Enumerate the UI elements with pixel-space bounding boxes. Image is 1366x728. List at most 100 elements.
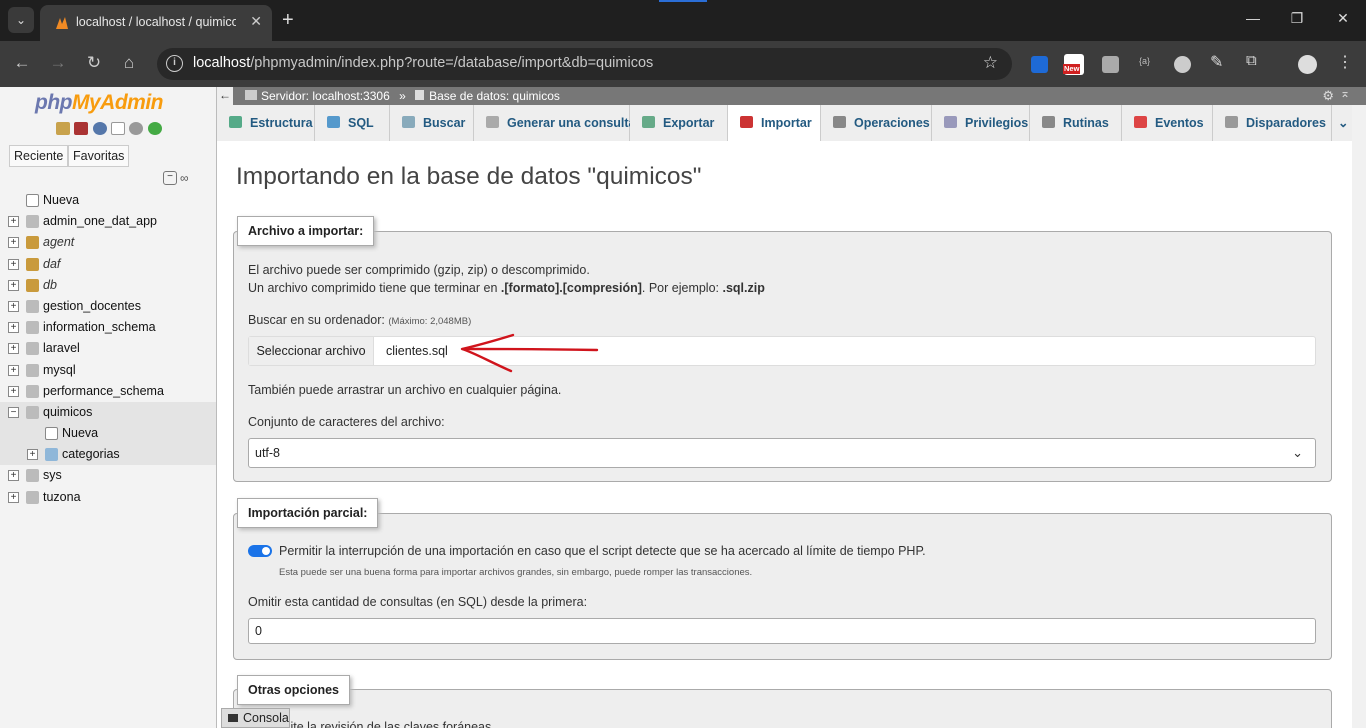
minimize-icon[interactable]: — — [1243, 10, 1263, 26]
tree-item[interactable]: + daf — [0, 254, 216, 275]
expand-node-icon[interactable]: + — [8, 237, 19, 249]
tab-disparadores[interactable]: Disparadores — [1213, 105, 1332, 141]
tab-search-button[interactable]: ⌄ — [8, 7, 34, 33]
tree-item[interactable]: Nueva — [0, 423, 216, 445]
browser-tab[interactable]: localhost / localhost / quimicos ✕ — [40, 5, 272, 41]
extension-icon[interactable] — [1031, 56, 1048, 73]
tab-exportar[interactable]: Exportar — [630, 105, 728, 141]
page-scrollbar[interactable] — [1352, 105, 1366, 728]
expand-node-icon[interactable]: + — [8, 322, 19, 334]
tree-item[interactable]: Nueva — [0, 190, 216, 211]
close-tab-icon[interactable]: ✕ — [250, 13, 262, 30]
main-content: Importando en la base de datos "quimicos… — [218, 141, 1352, 728]
menu-icon[interactable]: ⋮ — [1337, 52, 1354, 71]
tree-item[interactable]: + categorias — [0, 444, 216, 466]
tree-item[interactable]: + laravel — [0, 338, 216, 359]
expand-node-icon[interactable]: + — [8, 470, 19, 482]
tree-item[interactable]: + db — [0, 275, 216, 296]
tree-item[interactable]: + performance_schema — [0, 381, 216, 402]
new-tab-icon[interactable]: + — [282, 9, 294, 32]
help-icon[interactable] — [92, 122, 107, 135]
collapse-sidebar-icon[interactable]: ← — [217, 87, 233, 105]
expand-node-icon[interactable]: + — [8, 491, 19, 503]
bookmark-star-icon[interactable]: ☆ — [983, 53, 998, 73]
expand-node-icon[interactable]: + — [8, 364, 19, 376]
settings-icon[interactable] — [129, 122, 144, 135]
recent-button[interactable]: Reciente — [9, 145, 69, 167]
maximize-icon[interactable]: ❐ — [1287, 10, 1307, 27]
file-input[interactable]: Seleccionar archivo clientes.sql — [248, 336, 1316, 366]
profile-avatar[interactable] — [1298, 55, 1317, 74]
tree-item[interactable]: + admin_one_dat_app — [0, 211, 216, 232]
back-icon[interactable]: ← — [11, 53, 33, 73]
tab-sql[interactable]: SQL — [315, 105, 390, 141]
charset-select[interactable]: utf-8 ⌄ — [248, 438, 1316, 468]
home-icon[interactable] — [56, 122, 70, 135]
tab-privilegios[interactable]: Privilegios — [932, 105, 1030, 141]
sidebar-quick-icons — [56, 122, 163, 138]
database-tree: Nueva + admin_one_dat_app + agent + daf + db + ges… — [0, 190, 216, 508]
reload-icon[interactable]: ↻ — [83, 53, 105, 73]
phpmyadmin-logo[interactable]: phpMyAdmin — [35, 91, 163, 115]
choose-file-button[interactable]: Seleccionar archivo — [249, 337, 374, 365]
logout-icon[interactable] — [74, 122, 89, 135]
tree-item[interactable]: + sys — [0, 465, 216, 486]
tree-item-label: mysql — [43, 362, 76, 377]
tab-estructura[interactable]: Estructura — [217, 105, 315, 141]
tree-item[interactable]: − quimicos — [0, 401, 216, 424]
more-tabs-chevron-icon[interactable]: ⌄ — [1332, 105, 1352, 141]
skip-queries-input[interactable]: 0 — [248, 618, 1316, 644]
tab-importar[interactable]: Importar — [728, 105, 821, 141]
docs-icon[interactable] — [111, 122, 126, 135]
tree-item[interactable]: + gestion_docentes — [0, 296, 216, 317]
extensions-puzzle-icon[interactable]: ⧉ — [1246, 52, 1263, 69]
favorites-button[interactable]: Favoritas — [68, 145, 130, 167]
expand-node-icon[interactable]: + — [8, 216, 19, 228]
tab-label: Generar una consulta — [507, 116, 636, 130]
collapse-all-icon[interactable]: − — [163, 171, 177, 185]
tab-rutinas[interactable]: Rutinas — [1030, 105, 1122, 141]
expand-node-icon[interactable]: + — [8, 258, 19, 270]
tab-label: SQL — [348, 116, 374, 130]
expand-node-icon[interactable]: + — [8, 300, 19, 312]
extension-icon[interactable]: {a} — [1139, 56, 1156, 73]
estructura-icon — [229, 116, 242, 128]
expand-node-icon[interactable]: + — [27, 449, 38, 461]
tab-generar-consulta[interactable]: Generar una consulta — [474, 105, 636, 141]
close-window-icon[interactable]: ✕ — [1333, 10, 1353, 27]
tree-item[interactable]: + tuzona — [0, 487, 216, 508]
url-text: localhost/phpmyadmin/index.php?route=/da… — [193, 55, 654, 71]
extension-icon[interactable] — [1174, 56, 1191, 73]
allow-interrupt-toggle[interactable] — [248, 545, 272, 557]
settings-gear-icon[interactable]: ⚙ — [1322, 88, 1334, 104]
breadcrumb-database[interactable]: Base de datos: quimicos — [429, 89, 560, 103]
extension-new-icon[interactable]: New — [1063, 54, 1084, 75]
link-with-main-icon[interactable]: ∞ — [180, 171, 189, 185]
site-info-icon[interactable]: i — [166, 55, 183, 72]
tree-item-label: Nueva — [43, 193, 80, 207]
eyedropper-icon[interactable]: ✎ — [1210, 52, 1227, 71]
expand-node-icon[interactable]: + — [8, 385, 19, 397]
expand-node-icon[interactable]: + — [8, 343, 19, 355]
skip-queries-label: Omitir esta cantidad de consultas (en SQ… — [248, 595, 588, 609]
forward-icon[interactable]: → — [47, 53, 69, 73]
collapse-node-icon[interactable]: − — [8, 406, 19, 418]
console-toggle[interactable]: Consola — [221, 708, 290, 728]
reload-nav-icon[interactable] — [147, 122, 162, 135]
tree-item[interactable]: + mysql — [0, 360, 216, 381]
address-bar[interactable]: i localhost/phpmyadmin/index.php?route=/… — [157, 48, 1012, 80]
tab-buscar[interactable]: Buscar — [390, 105, 474, 141]
tree-item-label: quimicos — [43, 404, 93, 419]
tab-operaciones[interactable]: Operaciones — [821, 105, 932, 141]
collapse-up-icon[interactable]: ⌅ — [1340, 86, 1350, 100]
tab-eventos[interactable]: Eventos — [1122, 105, 1213, 141]
expand-node-icon[interactable]: + — [8, 279, 19, 291]
tree-item[interactable]: + information_schema — [0, 317, 216, 338]
partial-import-legend: Importación parcial: — [237, 498, 379, 528]
browser-toolbar: ← → ↻ ⌂ i localhost/phpmyadmin/index.php… — [0, 41, 1366, 87]
tree-item[interactable]: + agent — [0, 232, 216, 253]
breadcrumb-server[interactable]: Servidor: localhost:3306 — [261, 89, 390, 103]
extension-icon[interactable] — [1102, 56, 1119, 73]
home-icon[interactable]: ⌂ — [118, 53, 140, 73]
tab-label: Disparadores — [1246, 116, 1326, 130]
